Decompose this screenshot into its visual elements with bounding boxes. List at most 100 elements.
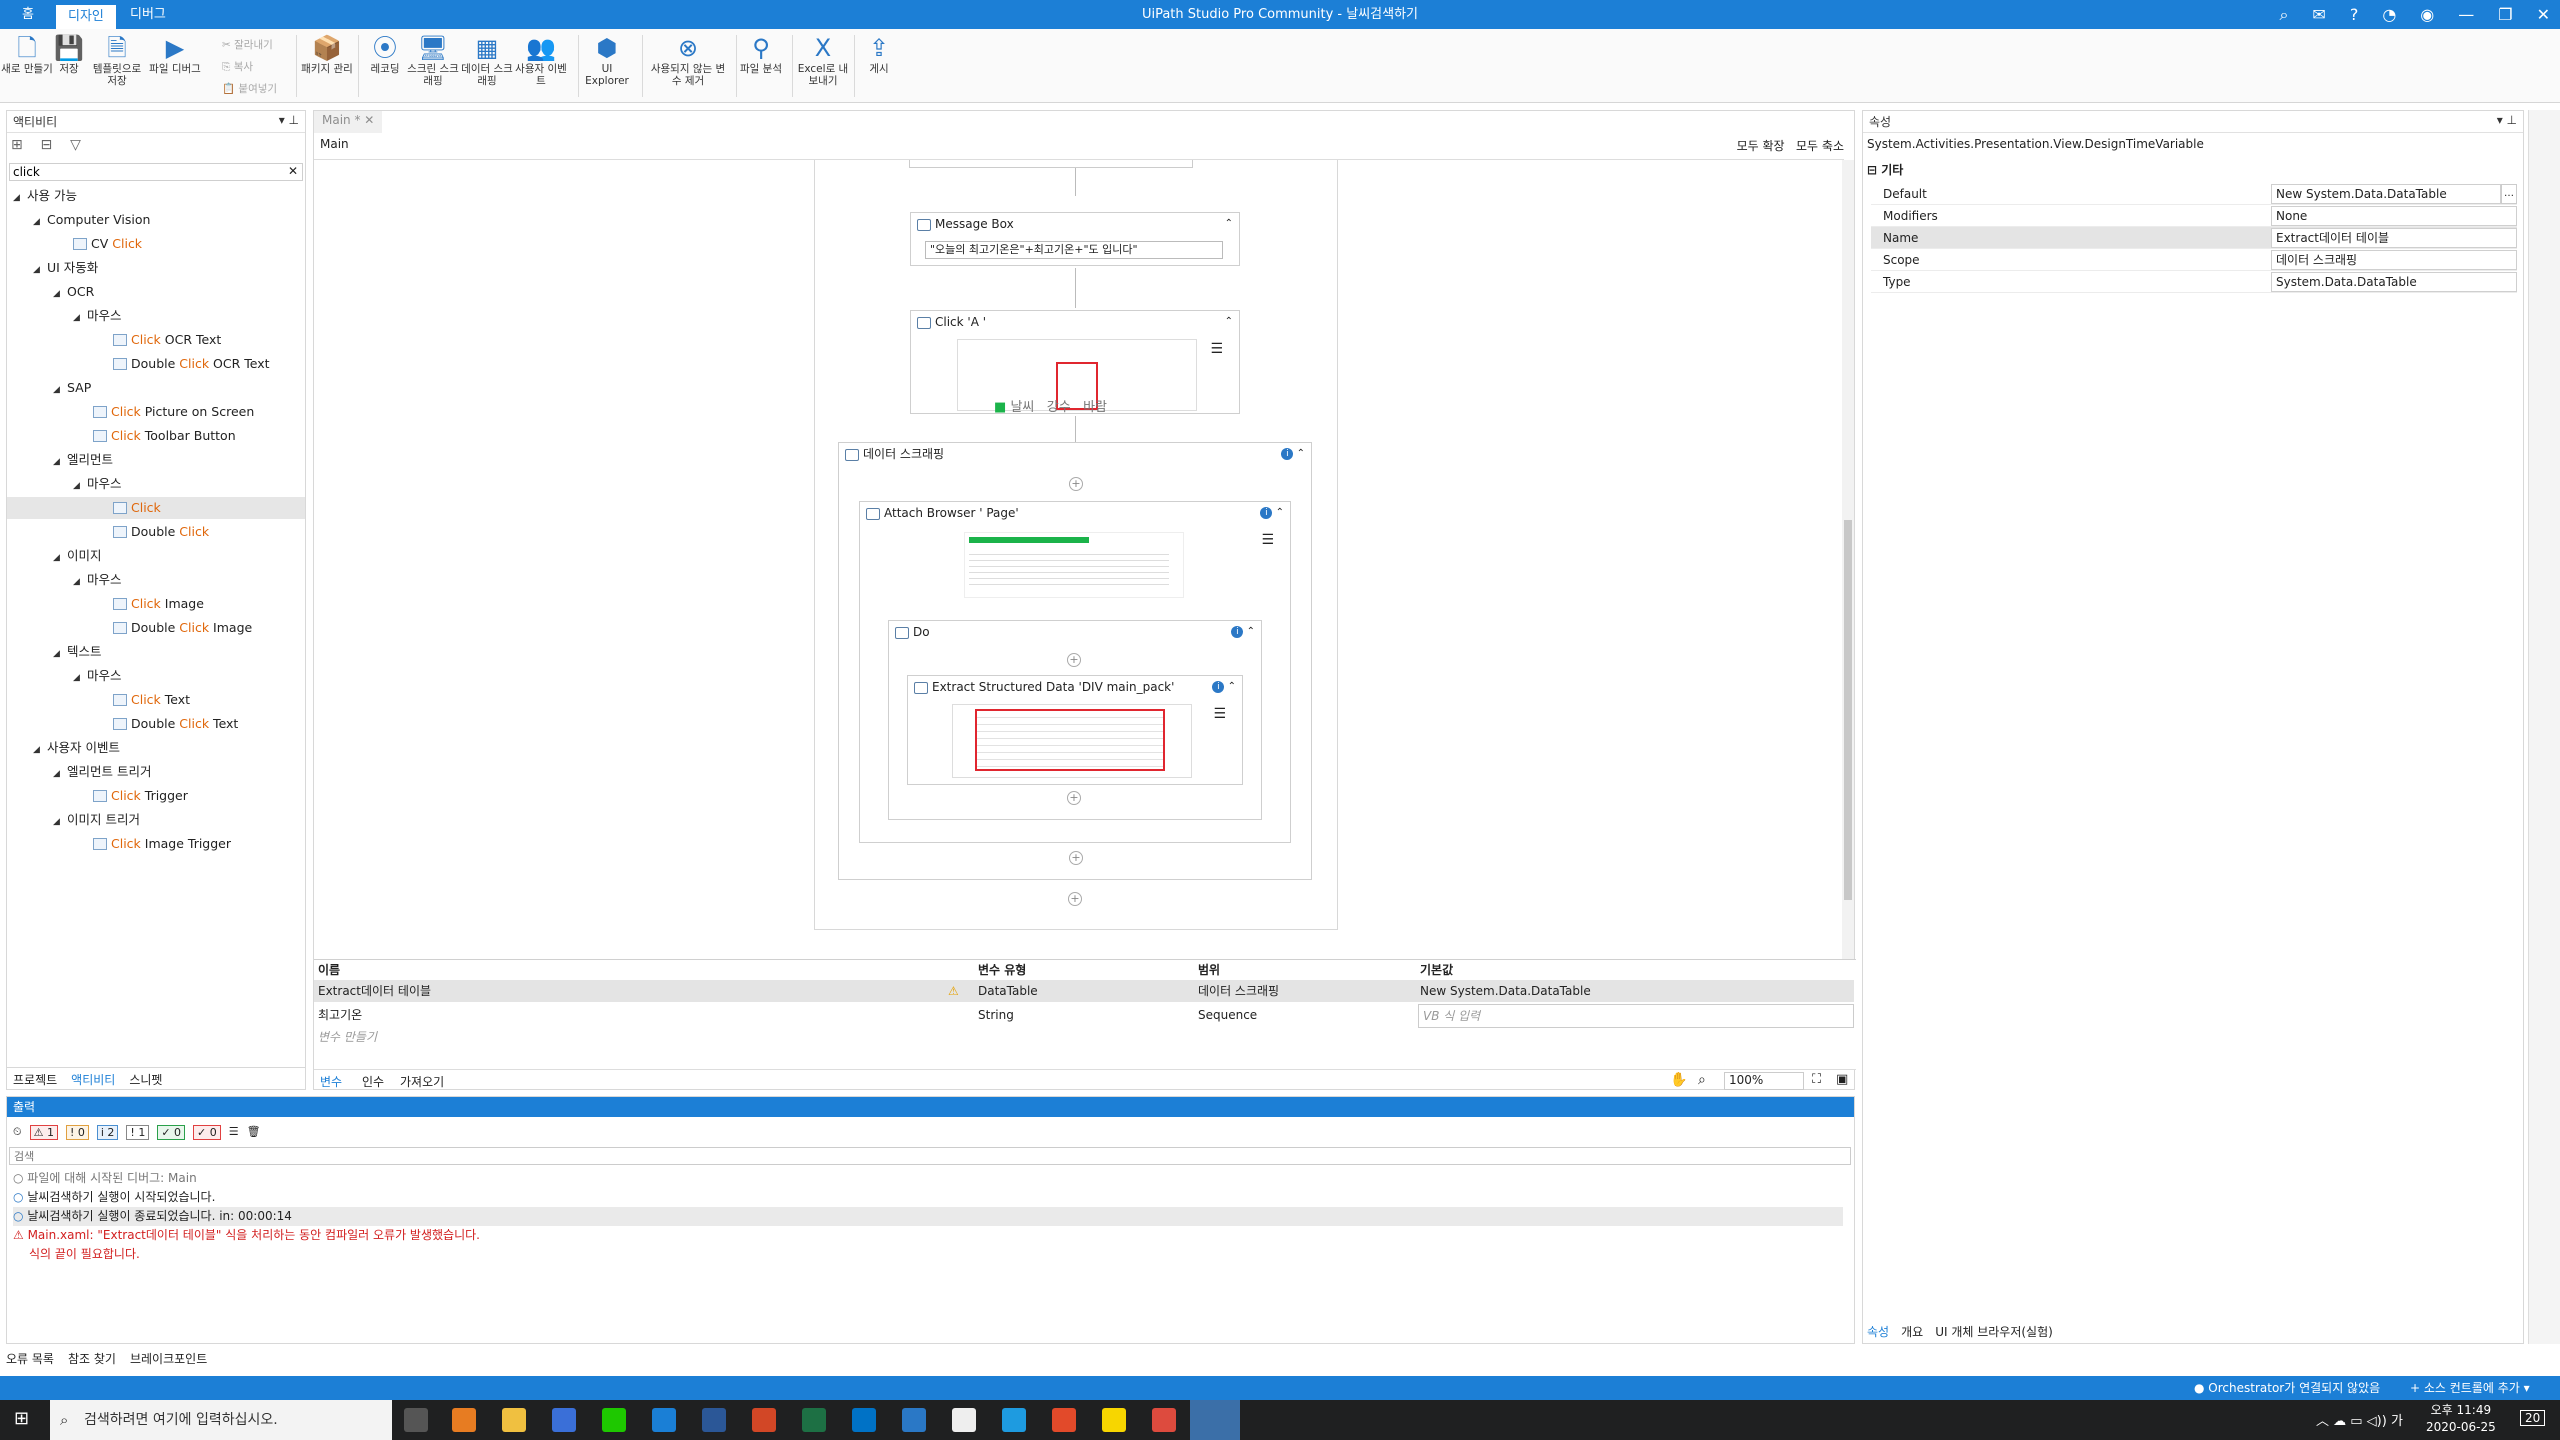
debug-file-button[interactable]: ▶ 파일 디버그: [148, 33, 202, 75]
category-item[interactable]: ◢ 엘리먼트: [7, 449, 113, 471]
column-header-scope[interactable]: 범위: [1198, 960, 1220, 980]
expand-arrow-icon[interactable]: ◢: [53, 763, 67, 785]
analyze-file-button[interactable]: ⚲ 파일 분석: [734, 33, 788, 75]
collapse-all-icon[interactable]: ⊟: [41, 137, 53, 153]
activity-item[interactable]: Double Click OCR Text: [7, 353, 270, 375]
collapse-all-button[interactable]: 모두 축소: [1796, 139, 1844, 153]
expand-arrow-icon[interactable]: ◢: [73, 571, 87, 593]
internet-explorer-icon[interactable]: [652, 1408, 676, 1432]
category-item[interactable]: ◢ 엘리먼트 트리거: [7, 761, 151, 783]
activity-item[interactable]: Click Text: [7, 689, 190, 711]
tab-project[interactable]: 프로젝트: [13, 1071, 57, 1087]
tab-snippets[interactable]: 스니펫: [129, 1071, 162, 1087]
activity-item[interactable]: CV Click: [7, 233, 142, 255]
tab-debug[interactable]: 디버그: [118, 3, 178, 27]
table-row[interactable]: 최고기온 String Sequence VB 식 입력: [314, 1004, 1854, 1028]
fit-screen-icon[interactable]: ⛶: [1812, 1072, 1821, 1087]
naver-icon[interactable]: [602, 1408, 626, 1432]
add-activity-icon[interactable]: +: [1069, 477, 1083, 491]
document-tab[interactable]: Main * ✕: [314, 111, 383, 133]
feedback-icon[interactable]: ✉: [2312, 0, 2325, 29]
manage-packages-button[interactable]: 📦 패키지 관리: [300, 33, 354, 75]
copy-button[interactable]: ⎘ 복사: [222, 59, 253, 74]
error-filter-button[interactable]: ⚠ 1: [29, 1125, 58, 1140]
clock-icon[interactable]: ⏲: [13, 1125, 22, 1140]
column-header-name[interactable]: 이름: [318, 960, 340, 980]
category-item[interactable]: ◢ SAP: [7, 377, 91, 399]
message-box-activity[interactable]: Message Box ⌃ "오늘의 최고기온은"+최고기온+"도 입니다": [910, 212, 1240, 266]
tab-properties[interactable]: 속성: [1867, 1323, 1889, 1340]
kakaotalk-icon[interactable]: [1102, 1408, 1126, 1432]
hand-icon[interactable]: ✋: [1670, 1072, 1687, 1088]
workflow-canvas[interactable]: Message Box ⌃ "오늘의 최고기온은"+최고기온+"도 입니다" Cl…: [314, 159, 1854, 960]
category-item[interactable]: ◢ 사용 가능: [7, 185, 77, 207]
do-sequence[interactable]: Do i ⌃ + Extract Structured Data 'DIV mai…: [888, 620, 1262, 820]
property-row-type[interactable]: Type System.Data.DataTable: [1871, 271, 2517, 293]
breadcrumb[interactable]: Main: [320, 137, 349, 151]
expand-arrow-icon[interactable]: ◢: [73, 307, 87, 329]
collapse-icon[interactable]: ⌃: [1225, 311, 1233, 333]
extract-structured-data-activity[interactable]: Extract Structured Data 'DIV main_pack' i…: [907, 675, 1243, 785]
remove-unused-variables-button[interactable]: ⊗ 사용되지 않는 변수 제거: [650, 33, 726, 87]
category-item[interactable]: ◢ 마우스: [7, 569, 122, 591]
search-icon[interactable]: ⌕: [2279, 0, 2288, 29]
expand-arrow-icon[interactable]: ◢: [33, 739, 47, 761]
category-item[interactable]: ◢ 마우스: [7, 305, 122, 327]
app-icon[interactable]: [1052, 1408, 1076, 1432]
info-icon[interactable]: i: [1231, 626, 1244, 638]
user-events-button[interactable]: 👥 사용자 이벤트: [514, 33, 568, 87]
scope-select[interactable]: 데이터 스크래핑: [2271, 250, 2517, 270]
activity-item[interactable]: Double Click: [7, 521, 209, 543]
activity-item[interactable]: Double Click Text: [7, 713, 238, 735]
store-icon[interactable]: [552, 1408, 576, 1432]
tab-find-references[interactable]: 참조 찾기: [68, 1350, 116, 1372]
menu-icon[interactable]: ☰: [1213, 706, 1226, 722]
restore-icon[interactable]: ❐: [2498, 0, 2512, 29]
expand-arrow-icon[interactable]: ◢: [53, 643, 67, 665]
column-header-type[interactable]: 변수 유형: [978, 960, 1026, 980]
info-icon[interactable]: i: [1212, 681, 1225, 693]
tab-ui-object-browser[interactable]: UI 개체 브라우저(실험): [1935, 1323, 2053, 1340]
add-activity-icon[interactable]: +: [1069, 851, 1083, 865]
clock-date[interactable]: 2020-06-25: [2426, 1419, 2496, 1436]
add-activity-icon[interactable]: +: [1067, 653, 1081, 667]
system-tray-icons[interactable]: ︿ ☁ ▭ ◁)) 가: [2316, 1410, 2403, 1429]
tab-error-list[interactable]: 오류 목록: [6, 1350, 54, 1372]
expand-arrow-icon[interactable]: ◢: [53, 451, 67, 473]
category-item[interactable]: ◢ OCR: [7, 281, 94, 303]
notification-center-icon[interactable]: 20: [2520, 1410, 2546, 1426]
tab-activities[interactable]: 액티비티: [71, 1071, 115, 1087]
property-row-modifiers[interactable]: Modifiers None: [1871, 205, 2517, 227]
chrome-icon[interactable]: [1152, 1408, 1176, 1432]
task-view-icon[interactable]: [404, 1408, 428, 1432]
save-template-button[interactable]: 🗎 템플릿으로 저장: [90, 33, 144, 87]
property-row-name[interactable]: Name Extract데이터 테이블: [1871, 227, 2517, 249]
list-icon[interactable]: ☰: [229, 1125, 239, 1140]
expand-arrow-icon[interactable]: ◢: [33, 211, 47, 233]
trace-filter-button[interactable]: ! 1: [126, 1125, 150, 1140]
edge-icon[interactable]: [1002, 1408, 1026, 1432]
modifiers-select[interactable]: None: [2271, 206, 2517, 226]
pin-icon[interactable]: ▾ ⊥: [2497, 113, 2517, 130]
info-icon[interactable]: i: [1281, 448, 1294, 460]
expand-arrow-icon[interactable]: ◢: [53, 547, 67, 569]
activity-item[interactable]: Click Trigger: [7, 785, 188, 807]
word-icon[interactable]: [702, 1408, 726, 1432]
expand-arrow-icon[interactable]: ◢: [13, 187, 27, 209]
recording-button[interactable]: ⦿ 레코딩: [358, 33, 412, 75]
category-item[interactable]: ◢ 마우스: [7, 473, 122, 495]
menu-icon[interactable]: ☰: [1210, 341, 1223, 357]
close-icon[interactable]: ✕: [2537, 0, 2550, 29]
property-category[interactable]: ⊟ 기타: [1867, 161, 1903, 178]
filter-icon[interactable]: ▽: [70, 137, 81, 153]
tab-overview[interactable]: 개요: [1901, 1323, 1923, 1340]
expand-arrow-icon[interactable]: ◢: [53, 811, 67, 833]
scrollbar-thumb[interactable]: [1844, 520, 1852, 900]
success-filter-button[interactable]: ✓ 0: [157, 1125, 186, 1140]
collapse-icon[interactable]: ⌃: [1297, 448, 1305, 459]
expand-all-button[interactable]: 모두 확장: [1737, 139, 1785, 153]
paste-button[interactable]: 📋 붙여넣기: [222, 81, 277, 96]
expand-arrow-icon[interactable]: ◢: [53, 283, 67, 305]
help-icon[interactable]: ?: [2350, 0, 2359, 29]
activity-item[interactable]: Click OCR Text: [7, 329, 221, 351]
